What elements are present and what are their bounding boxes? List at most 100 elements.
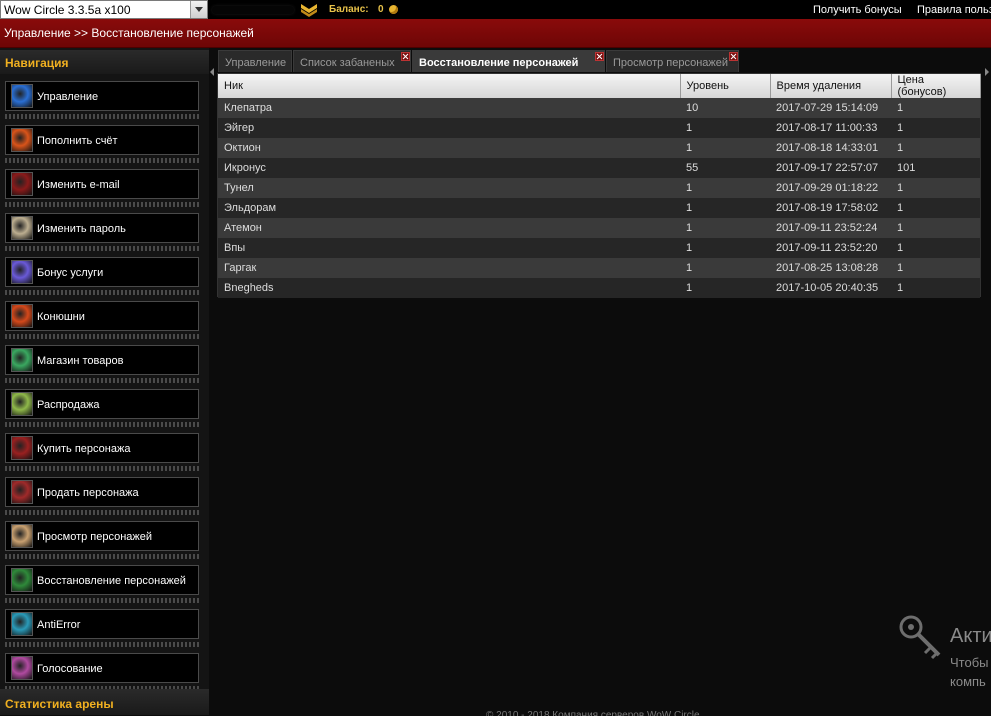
sidebar: Навигация Управление Пополнить счёт Измени…	[0, 48, 209, 715]
table-row[interactable]: Bnegheds 1 2017-10-05 20:40:35 1	[218, 278, 980, 298]
server-select-value: Wow Circle 3.3.5a x100	[4, 3, 131, 17]
cell-nick: Гаргак	[218, 258, 680, 278]
main-content: Управление Список забаненых Восстановлен…	[209, 48, 991, 716]
sidebar-item-imp[interactable]: Купить персонажа	[5, 433, 199, 471]
cell-level: 1	[680, 138, 770, 158]
sidebar-item-management[interactable]: Управление	[5, 81, 199, 119]
table-row[interactable]: Эльдорам 1 2017-08-19 17:58:02 1	[218, 198, 980, 218]
rank-chevron-icon	[301, 4, 317, 17]
cell-nick: Атемон	[218, 218, 680, 238]
sidebar-item-swirl[interactable]: AntiError	[5, 609, 199, 647]
sidebar-item-mount[interactable]: Конюшни	[5, 301, 199, 339]
column-header-price[interactable]: Цена (бонусов)	[891, 74, 981, 98]
cell-price: 101	[891, 158, 980, 178]
sidebar-item-label: Управление	[37, 91, 99, 103]
column-header-level[interactable]: Уровень	[680, 74, 771, 98]
sidebar-item-label: Конюшни	[37, 311, 85, 323]
table-row[interactable]: Клепатра 10 2017-07-29 15:14:09 1	[218, 98, 980, 118]
close-icon[interactable]	[595, 52, 604, 61]
tab-character-view[interactable]: Просмотр персонажей	[606, 50, 739, 72]
cell-price: 1	[891, 118, 980, 138]
tabs-scroll-left-icon[interactable]	[210, 68, 214, 76]
sidebar-item-demon[interactable]: Изменить e-mail	[5, 169, 199, 207]
cell-level: 55	[680, 158, 770, 178]
cell-nick: Тунел	[218, 178, 680, 198]
get-bonus-link[interactable]: Получить бонусы	[813, 4, 902, 16]
sword-icon	[11, 260, 33, 284]
sidebar-item-vote[interactable]: Голосование	[5, 653, 199, 691]
tab-banned-list[interactable]: Список забаненых	[293, 50, 411, 72]
cell-level: 1	[680, 178, 770, 198]
arena-stats-title[interactable]: Статистика арены	[0, 689, 209, 715]
cell-level: 1	[680, 218, 770, 238]
rules-link[interactable]: Правила польз	[917, 4, 991, 16]
sidebar-item-label: Просмотр персонажей	[37, 531, 153, 543]
cell-nick: Bnegheds	[218, 278, 680, 298]
sidebar-item-sword[interactable]: Бонус услуги	[5, 257, 199, 295]
sidebar-item-label: Магазин товаров	[37, 355, 124, 367]
sidebar-item-restore[interactable]: Восстановление персонажей	[5, 565, 199, 603]
close-icon[interactable]	[401, 52, 410, 61]
table-row[interactable]: Икронус 55 2017-09-17 22:57:07 101	[218, 158, 980, 178]
mount-icon	[11, 304, 33, 328]
deleted-characters-table: Ник Уровень Время удаления Цена (бонусов…	[217, 73, 981, 298]
table-row[interactable]: Гаргак 1 2017-08-25 13:08:28 1	[218, 258, 980, 278]
cell-nick: Икронус	[218, 158, 680, 178]
cell-deletion-time: 2017-10-05 20:40:35	[770, 278, 891, 298]
cell-price: 1	[891, 218, 980, 238]
column-header-nick[interactable]: Ник	[218, 74, 681, 98]
tab-label: Просмотр персонажей	[613, 57, 729, 69]
top-bar: Wow Circle 3.3.5a x100 Баланс: 0 Получит…	[0, 0, 991, 19]
tabs-scroll-right-icon[interactable]	[985, 68, 989, 76]
tab-character-restore[interactable]: Восстановление персонажей	[412, 50, 605, 72]
tab-management[interactable]: Управление	[218, 50, 292, 72]
table-row[interactable]: Эйгер 1 2017-08-17 11:00:33 1	[218, 118, 980, 138]
cell-deletion-time: 2017-07-29 15:14:09	[770, 98, 891, 118]
watermark-line1: Акти	[950, 625, 991, 647]
cell-nick: Эльдорам	[218, 198, 680, 218]
cell-deletion-time: 2017-09-17 22:57:07	[770, 158, 891, 178]
cell-price: 1	[891, 238, 980, 258]
tab-label: Управление	[225, 57, 287, 69]
cell-level: 1	[680, 278, 770, 298]
cell-level: 1	[680, 198, 770, 218]
sidebar-item-bag[interactable]: Распродажа	[5, 389, 199, 427]
cell-level: 1	[680, 118, 770, 138]
cell-deletion-time: 2017-08-17 11:00:33	[770, 118, 891, 138]
sidebar-item-portrait[interactable]: Просмотр персонажей	[5, 521, 199, 559]
cell-price: 1	[891, 198, 980, 218]
sidebar-item-label: Восстановление персонажей	[37, 575, 186, 587]
face-icon	[11, 216, 33, 240]
cell-nick: Клепатра	[218, 98, 680, 118]
cell-price: 1	[891, 138, 980, 158]
column-header-deletion-time[interactable]: Время удаления	[770, 74, 892, 98]
navigation-title: Навигация	[0, 50, 209, 74]
portrait-icon	[11, 524, 33, 548]
watermark-line2: Чтобы	[950, 655, 989, 670]
cell-nick: Эйгер	[218, 118, 680, 138]
close-icon[interactable]	[729, 52, 738, 61]
table-row[interactable]: Тунел 1 2017-09-29 01:18:22 1	[218, 178, 980, 198]
chevron-down-icon[interactable]	[190, 1, 207, 18]
cell-price: 1	[891, 278, 980, 298]
cell-price: 1	[891, 258, 980, 278]
sidebar-item-label: Бонус услуги	[37, 267, 104, 279]
key-icon	[899, 615, 941, 660]
server-select[interactable]: Wow Circle 3.3.5a x100	[0, 0, 208, 19]
table-row[interactable]: Атемон 1 2017-09-11 23:52:24 1	[218, 218, 980, 238]
table-row[interactable]: Октион 1 2017-08-18 14:33:01 1	[218, 138, 980, 158]
redacted-username	[212, 6, 294, 14]
sidebar-item-face[interactable]: Изменить пароль	[5, 213, 199, 251]
sidebar-item-label: Пополнить счёт	[37, 135, 118, 147]
sidebar-item-imp-sell[interactable]: Продать персонажа	[5, 477, 199, 515]
sidebar-item-label: Распродажа	[37, 399, 100, 411]
cell-level: 1	[680, 258, 770, 278]
table-row[interactable]: Впы 1 2017-09-11 23:52:20 1	[218, 238, 980, 258]
cell-level: 10	[680, 98, 770, 118]
sidebar-item-fire[interactable]: Пополнить счёт	[5, 125, 199, 163]
imp-icon	[11, 436, 33, 460]
sidebar-item-label: Купить персонажа	[37, 443, 131, 455]
navigation-title-text: Навигация	[5, 56, 69, 70]
sidebar-item-orb[interactable]: Магазин товаров	[5, 345, 199, 383]
cell-deletion-time: 2017-08-25 13:08:28	[770, 258, 891, 278]
